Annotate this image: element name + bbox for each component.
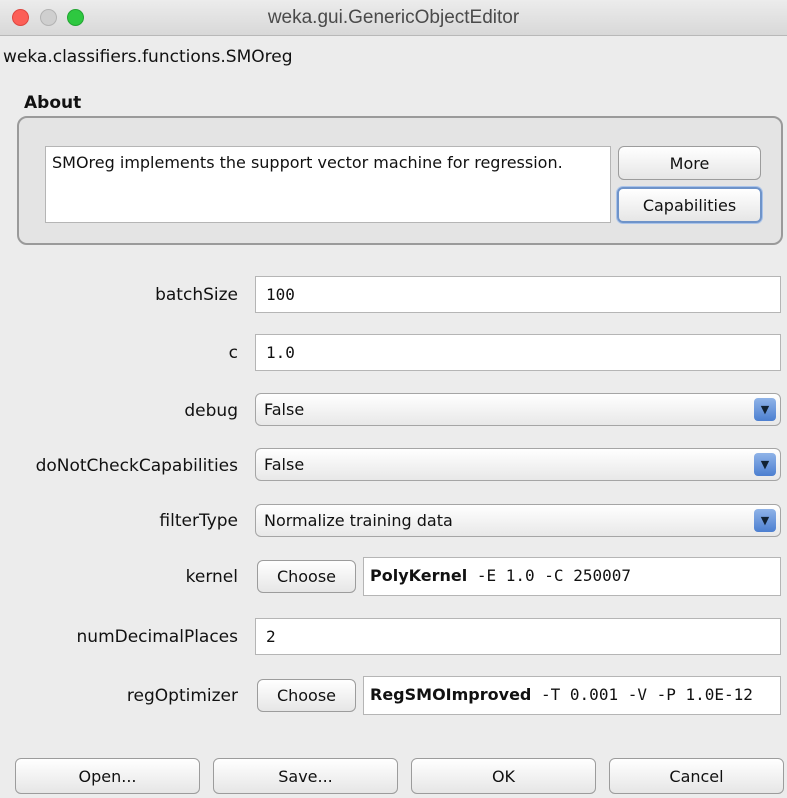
about-description: SMOreg implements the support vector mac… [45,146,611,223]
window-title: weka.gui.GenericObjectEditor [267,7,520,28]
debug-label: debug [184,401,238,421]
c-field[interactable]: 1.0 [255,334,781,371]
donotcheckcapabilities-select[interactable]: False ▼ [255,448,781,481]
kernel-label: kernel [185,567,238,587]
filtertype-label: filterType [159,511,238,531]
donotcheckcapabilities-label: doNotCheckCapabilities [35,456,238,476]
donotcheckcapabilities-select-value: False [264,455,305,474]
regoptimizer-name: RegSMOImproved [370,685,532,704]
open-button[interactable]: Open... [15,758,200,794]
kernel-name: PolyKernel [370,566,468,585]
numdecimalplaces-field[interactable]: 2 [255,618,781,655]
about-heading: About [24,93,82,113]
filtertype-select[interactable]: Normalize training data ▼ [255,504,781,537]
numdecimalplaces-label: numDecimalPlaces [76,627,238,647]
debug-select-value: False [264,400,305,419]
ok-button[interactable]: OK [411,758,596,794]
title-bar: weka.gui.GenericObjectEditor [0,0,787,36]
regoptimizer-options: -T 0.001 -V -P 1.0E-12 [541,685,753,704]
chevron-down-icon[interactable]: ▼ [754,509,776,532]
regoptimizer-label: regOptimizer [126,686,238,706]
c-label: c [228,343,238,363]
kernel-choose-button[interactable]: Choose [257,560,356,593]
kernel-object-field[interactable]: PolyKernel -E 1.0 -C 250007 [363,557,781,596]
regoptimizer-choose-button[interactable]: Choose [257,679,356,712]
kernel-options: -E 1.0 -C 250007 [476,566,631,585]
batchsize-label: batchSize [155,285,238,305]
chevron-down-icon[interactable]: ▼ [754,453,776,476]
filtertype-select-value: Normalize training data [264,511,453,530]
regoptimizer-object-field[interactable]: RegSMOImproved -T 0.001 -V -P 1.0E-12 [363,676,781,715]
capabilities-button[interactable]: Capabilities [617,187,762,223]
batchsize-field[interactable]: 100 [255,276,781,313]
save-button[interactable]: Save... [213,758,398,794]
more-button[interactable]: More [618,146,761,180]
debug-select[interactable]: False ▼ [255,393,781,426]
chevron-down-icon[interactable]: ▼ [754,398,776,421]
cancel-button[interactable]: Cancel [609,758,784,794]
class-name: weka.classifiers.functions.SMOreg [3,47,293,67]
